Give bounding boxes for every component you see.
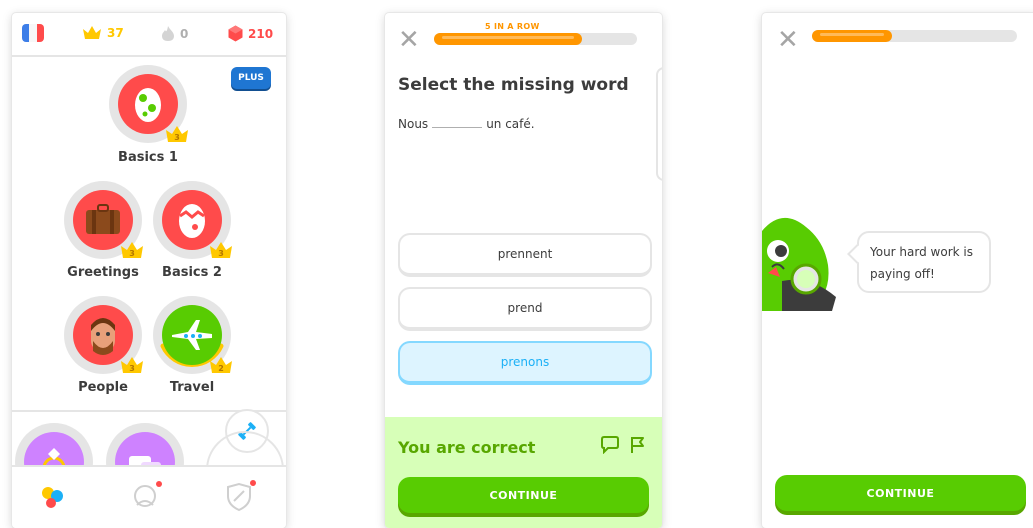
skill-label: Travel bbox=[169, 380, 215, 395]
comment-icon[interactable] bbox=[600, 436, 620, 454]
crown-level-icon: 3 bbox=[121, 242, 143, 258]
progress-bar bbox=[812, 30, 1017, 42]
plus-badge[interactable]: PLUS bbox=[231, 67, 271, 89]
flame-icon bbox=[162, 26, 174, 41]
skill-travel[interactable]: 2 bbox=[153, 296, 232, 374]
progress-fill bbox=[434, 33, 583, 45]
bubble-line-1: Your hard work is bbox=[870, 245, 973, 259]
skill-basics-1[interactable]: 3 bbox=[109, 65, 188, 143]
blank-slot bbox=[432, 115, 483, 128]
streak-stat[interactable]: 0 bbox=[161, 25, 188, 42]
skill-people[interactable]: 3 bbox=[64, 296, 143, 374]
skill-greetings[interactable]: 3 bbox=[64, 181, 143, 259]
lesson-question-screen: ✕ 5 IN A ROW Select the missing word Nou… bbox=[385, 13, 662, 528]
skill-label: People bbox=[78, 380, 128, 395]
nav-profile[interactable] bbox=[129, 479, 163, 513]
skill-basics-2[interactable]: 3 bbox=[153, 181, 232, 259]
close-icon[interactable]: ✕ bbox=[398, 27, 420, 53]
scroll-edge bbox=[656, 67, 662, 181]
gems-count: 210 bbox=[248, 26, 274, 41]
crown-icon bbox=[83, 26, 101, 39]
nav-home[interactable] bbox=[37, 481, 67, 511]
feedback-panel: You are correct CONTINUE bbox=[385, 417, 662, 528]
bottom-nav bbox=[12, 465, 286, 528]
owl-mascot-icon bbox=[762, 217, 836, 311]
encouragement-screen: ✕ Your hard work is paying off! CONTINUE bbox=[762, 13, 1033, 528]
sentence: Nous un café. bbox=[398, 115, 535, 131]
flag-icon[interactable] bbox=[22, 24, 44, 42]
crown-level: 3 bbox=[129, 249, 135, 258]
progress-bar bbox=[434, 33, 637, 45]
crowns-stat[interactable]: 37 bbox=[82, 25, 124, 40]
skill-label: Basics 1 bbox=[118, 150, 178, 165]
crown-level: 3 bbox=[174, 133, 180, 142]
crowns-count: 37 bbox=[107, 25, 124, 40]
skill-label: Basics 2 bbox=[162, 265, 222, 280]
crown-level: 3 bbox=[129, 364, 135, 373]
gems-stat[interactable]: 210 bbox=[228, 25, 273, 42]
sentence-before: Nous bbox=[398, 117, 429, 131]
progress-fill bbox=[812, 30, 892, 42]
skill-label: Greetings bbox=[67, 265, 139, 280]
feedback-title: You are correct bbox=[398, 438, 536, 457]
streak-count: 0 bbox=[180, 26, 189, 41]
continue-button[interactable]: CONTINUE bbox=[398, 477, 649, 513]
nav-shield[interactable] bbox=[222, 479, 256, 513]
skill-tree-screen: 37 0 210 PLUS 3 Basics 1 3 Greetings 3 B… bbox=[12, 13, 286, 528]
profile-icon bbox=[134, 481, 162, 507]
crown-level-icon: 3 bbox=[166, 126, 188, 142]
gem-icon bbox=[228, 25, 243, 42]
crown-level-icon: 3 bbox=[210, 242, 232, 258]
crown-level: 2 bbox=[218, 364, 224, 373]
speech-bubble: Your hard work is paying off! bbox=[857, 231, 991, 293]
close-icon[interactable]: ✕ bbox=[777, 27, 799, 53]
streak-label: 5 IN A ROW bbox=[485, 22, 540, 31]
option-button-selected[interactable]: prenons bbox=[398, 341, 652, 385]
stats-bar: 37 0 210 bbox=[12, 13, 286, 57]
bubble-line-2: paying off! bbox=[870, 267, 935, 281]
option-button[interactable]: prennent bbox=[398, 233, 652, 277]
option-button[interactable]: prend bbox=[398, 287, 652, 331]
continue-button[interactable]: CONTINUE bbox=[775, 475, 1026, 511]
flag-report-icon[interactable] bbox=[629, 435, 647, 455]
home-icon bbox=[42, 487, 63, 508]
crown-level-icon: 3 bbox=[121, 357, 143, 373]
question-title: Select the missing word bbox=[398, 75, 629, 95]
crown-level-icon: 2 bbox=[210, 357, 232, 373]
sentence-after: un café. bbox=[486, 117, 535, 131]
shield-icon bbox=[227, 480, 256, 512]
crown-level: 3 bbox=[218, 249, 224, 258]
